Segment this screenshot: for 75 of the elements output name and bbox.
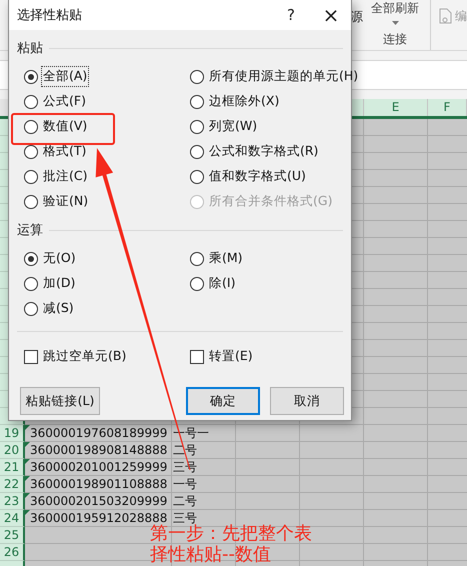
radio-button[interactable] <box>24 94 38 108</box>
option-label[interactable]: 验证(N) <box>42 192 90 211</box>
dialog-title: 选择性粘贴 <box>17 7 83 24</box>
table-cell: 二号 <box>173 494 197 508</box>
option-label[interactable]: 公式和数字格式(R) <box>208 142 320 161</box>
radio-button[interactable] <box>24 70 38 84</box>
dialog-button[interactable]: 确定 <box>186 387 260 415</box>
error-indicator-icon <box>25 493 30 498</box>
option-label[interactable]: 全部(A) <box>42 67 88 86</box>
table-cell: 360000198908148888 <box>30 443 168 457</box>
table-cell: 360000197608189999 <box>30 426 168 440</box>
option-label[interactable]: 减(S) <box>42 299 75 318</box>
caret-icon <box>392 21 398 25</box>
radio-button[interactable] <box>24 302 38 316</box>
document-link-icon <box>439 8 453 24</box>
option-label[interactable]: 格式(T) <box>42 142 88 161</box>
row-header[interactable]: 21 <box>0 459 25 476</box>
table-cell: 360000201001259999 <box>30 460 168 474</box>
section-heading: 运算 <box>17 222 43 239</box>
option-label[interactable]: 列宽(W) <box>208 117 258 136</box>
refresh-all-label[interactable]: 全部刷新 <box>371 0 419 17</box>
radio-button[interactable] <box>24 276 38 290</box>
option-label[interactable]: 值和数字格式(U) <box>208 167 307 186</box>
option-label[interactable]: 数值(V) <box>42 117 88 136</box>
radio-button[interactable] <box>24 120 38 134</box>
section-heading: 粘贴 <box>17 40 43 57</box>
option-label[interactable]: 公式(F) <box>42 92 87 111</box>
radio-button[interactable] <box>24 144 38 158</box>
column-header[interactable]: E <box>364 99 428 116</box>
dialog-button[interactable]: 粘贴链接(L) <box>20 387 100 415</box>
error-indicator-icon <box>25 459 30 464</box>
row-header[interactable]: 24 <box>0 510 25 527</box>
error-indicator-icon <box>25 442 30 447</box>
radio-button[interactable] <box>190 120 204 134</box>
radio-button[interactable] <box>24 170 38 184</box>
radio-button[interactable] <box>24 252 38 266</box>
option-label[interactable]: 边框除外(X) <box>208 92 280 111</box>
annotation-text: 择性粘贴--数值 <box>150 544 272 565</box>
radio-button[interactable] <box>190 170 204 184</box>
option-label[interactable]: 乘(M) <box>208 249 244 268</box>
checkbox-label[interactable]: 转置(E) <box>208 347 254 366</box>
table-cell: 一号 <box>173 477 197 491</box>
error-indicator-icon <box>25 425 30 430</box>
radio-button[interactable] <box>190 94 204 108</box>
table-cell: 360000201503209999 <box>30 494 168 508</box>
row-header[interactable]: 23 <box>0 493 25 510</box>
annotation-text: 第一步：先把整个表 <box>150 523 312 544</box>
option-label[interactable]: 无(O) <box>42 249 77 268</box>
connections-label: 连接 <box>383 31 407 48</box>
row-header[interactable]: 19 <box>0 425 25 442</box>
error-indicator-icon <box>25 476 30 481</box>
error-indicator-icon <box>25 510 30 515</box>
option-label[interactable]: 加(D) <box>42 274 76 293</box>
row-header[interactable]: 22 <box>0 476 25 493</box>
checkbox-label[interactable]: 跳过空单元(B) <box>42 347 128 366</box>
row-header[interactable]: 20 <box>0 442 25 459</box>
row-header[interactable]: 25 <box>0 527 25 544</box>
table-cell: 360000198901108888 <box>30 477 168 491</box>
table-cell: 360000195912028888 <box>30 511 168 525</box>
radio-button[interactable] <box>190 252 204 266</box>
checkbox[interactable] <box>190 350 204 364</box>
help-button[interactable]: ? <box>271 0 311 30</box>
option-label[interactable]: 所有使用源主题的单元(H) <box>208 67 360 86</box>
option-label[interactable]: 除(I) <box>208 274 236 293</box>
option-label[interactable]: 批注(C) <box>42 167 88 186</box>
column-header[interactable]: F <box>428 99 467 116</box>
radio-button[interactable] <box>190 276 204 290</box>
checkbox[interactable] <box>24 350 38 364</box>
radio-button[interactable] <box>24 194 38 208</box>
dialog-button[interactable]: 取消 <box>270 387 344 415</box>
table-cell: 三号 <box>173 511 197 525</box>
close-button[interactable]: × <box>311 0 351 30</box>
radio-button[interactable] <box>190 144 204 158</box>
row-header[interactable]: 26 <box>0 544 25 561</box>
radio-button[interactable] <box>190 70 204 84</box>
